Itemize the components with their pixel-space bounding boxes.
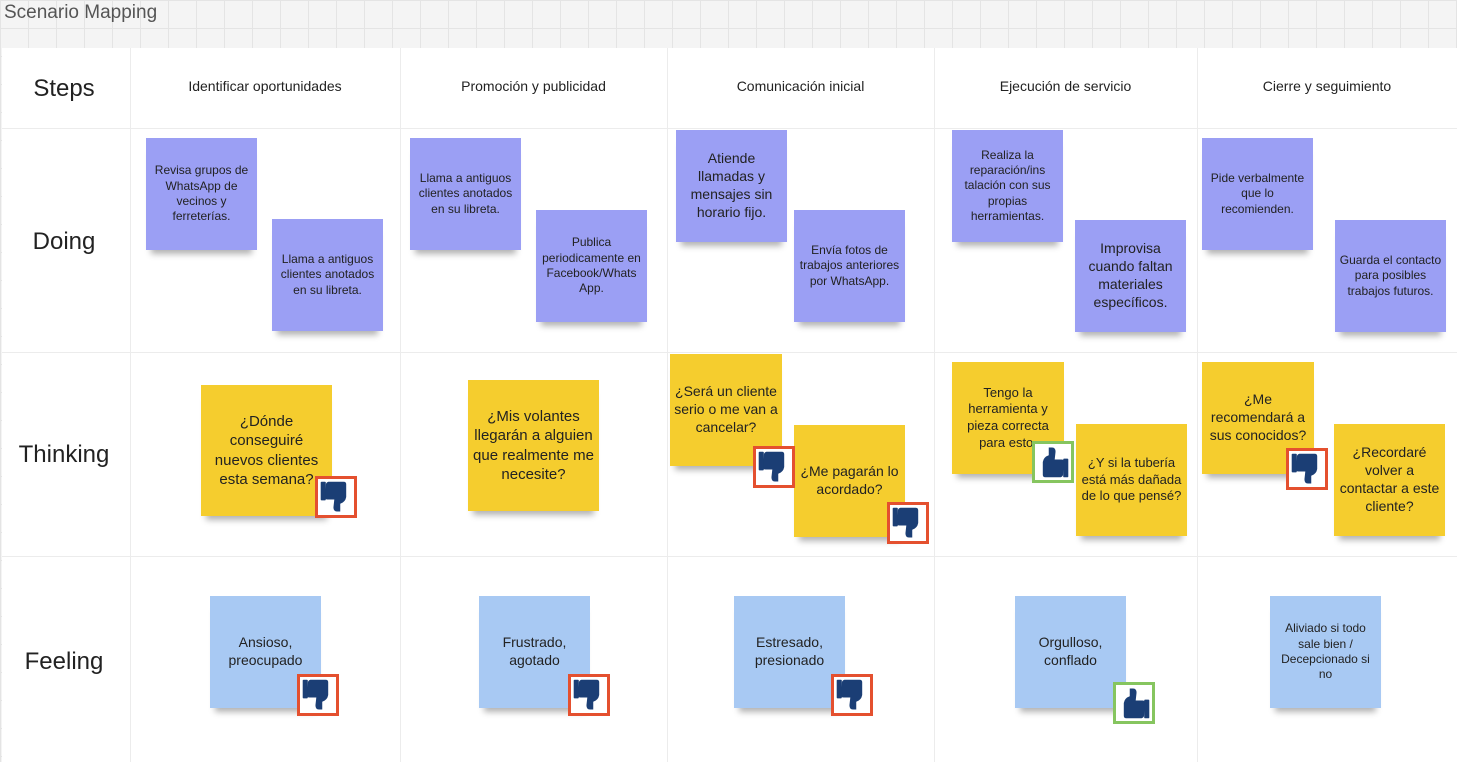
sticky-text: Realiza la reparación/ins talación con s… <box>964 147 1051 224</box>
thumbs-down-icon[interactable] <box>1286 448 1328 490</box>
thinking-sticky-note[interactable]: ¿Mis volantes llegarán a alguien que rea… <box>468 380 599 511</box>
doing-sticky-note[interactable]: Improvisa cuando faltan materiales espec… <box>1075 220 1186 332</box>
thinking-sticky-note[interactable]: ¿Recordaré volver a contactar a este cli… <box>1334 424 1445 536</box>
thumbs-down-icon[interactable] <box>831 674 873 716</box>
sticky-text: Frustrado, agotado <box>502 634 567 668</box>
doing-sticky-note[interactable]: Llama a antiguos clientes anotados en su… <box>410 138 521 250</box>
sticky-text: Aliviado si todo sale bien / Decepcionad… <box>1281 621 1370 682</box>
doing-sticky-note[interactable]: Llama a antiguos clientes anotados en su… <box>272 219 383 331</box>
thumbs-down-icon[interactable] <box>887 502 929 544</box>
thumbs-down-icon[interactable] <box>315 476 357 518</box>
sticky-text: Ansioso, preocupado <box>228 634 303 668</box>
sticky-text: Improvisa cuando faltan materiales espec… <box>1088 240 1173 310</box>
sticky-text: Revisa grupos de WhatsApp de vecinos y f… <box>154 163 249 224</box>
thinking-sticky-note[interactable]: ¿Y si la tubería está más dañada de lo q… <box>1076 424 1187 536</box>
column-header: Comunicación inicial <box>736 78 865 94</box>
doing-sticky-note[interactable]: Revisa grupos de WhatsApp de vecinos y f… <box>146 138 257 250</box>
row-label-feeling: Feeling <box>24 648 104 675</box>
sticky-text: Publica periodicamente en Facebook/Whats… <box>542 235 641 296</box>
sticky-text: Estresado, presionado <box>754 634 825 668</box>
thumbs-down-icon[interactable] <box>568 674 610 716</box>
doing-sticky-note[interactable]: Publica periodicamente en Facebook/Whats… <box>536 210 647 322</box>
column-header: Ejecución de servicio <box>999 78 1132 94</box>
doing-sticky-note[interactable]: Guarda el contacto para posibles trabajo… <box>1335 220 1446 332</box>
sticky-text: ¿Será un cliente serio o me van a cancel… <box>674 383 778 435</box>
row-label-steps: Steps <box>33 75 95 102</box>
sticky-text: Llama a antiguos clientes anotados en su… <box>280 251 375 297</box>
sticky-text: ¿Me pagarán lo acordado? <box>800 463 899 497</box>
column-header: Cierre y seguimiento <box>1262 78 1392 94</box>
thinking-sticky-note[interactable]: ¿Dónde conseguiré nuevos clientes esta s… <box>201 385 332 516</box>
doing-sticky-note[interactable]: Atiende llamadas y mensajes sin horario … <box>676 130 787 242</box>
sticky-text: ¿Dónde conseguiré nuevos clientes esta s… <box>214 413 319 488</box>
sticky-text: Orgulloso, conflado <box>1038 634 1103 668</box>
sticky-text: Envía fotos de trabajos anteriores por W… <box>799 242 900 288</box>
feeling-sticky-note[interactable]: Estresado, presionado <box>734 596 845 708</box>
sticky-text: Atiende llamadas y mensajes sin horario … <box>690 150 773 220</box>
doing-sticky-note[interactable]: Envía fotos de trabajos anteriores por W… <box>794 210 905 322</box>
thumbs-down-icon[interactable] <box>297 674 339 716</box>
feeling-sticky-note[interactable]: Aliviado si todo sale bien / Decepcionad… <box>1270 596 1381 708</box>
row-label-thinking: Thinking <box>18 441 110 468</box>
sticky-text: ¿Recordaré volver a contactar a este cli… <box>1339 444 1440 514</box>
thumbs-up-icon[interactable] <box>1113 682 1155 724</box>
doing-sticky-note[interactable]: Pide verbalmente que lo recomienden. <box>1202 138 1313 250</box>
feeling-sticky-note[interactable]: Orgulloso, conflado <box>1015 596 1126 708</box>
sticky-text: Pide verbalmente que lo recomienden. <box>1210 170 1305 216</box>
doing-sticky-note[interactable]: Realiza la reparación/ins talación con s… <box>952 130 1063 242</box>
row-label-doing: Doing <box>32 228 96 255</box>
thumbs-down-icon[interactable] <box>753 446 795 488</box>
column-header: Promoción y publicidad <box>461 78 606 94</box>
thumbs-up-icon[interactable] <box>1032 441 1074 483</box>
sticky-text: ¿Mis volantes llegarán a alguien que rea… <box>473 408 594 483</box>
column-header: Identificar oportunidades <box>188 78 342 94</box>
board-title: Scenario Mapping <box>4 2 158 23</box>
sticky-text: ¿Y si la tubería está más dañada de lo q… <box>1081 455 1182 504</box>
sticky-text: ¿Me recomendará a sus conocidos? <box>1209 391 1307 443</box>
sticky-text: Guarda el contacto para posibles trabajo… <box>1339 252 1442 298</box>
sticky-text: Llama a antiguos clientes anotados en su… <box>418 170 513 216</box>
